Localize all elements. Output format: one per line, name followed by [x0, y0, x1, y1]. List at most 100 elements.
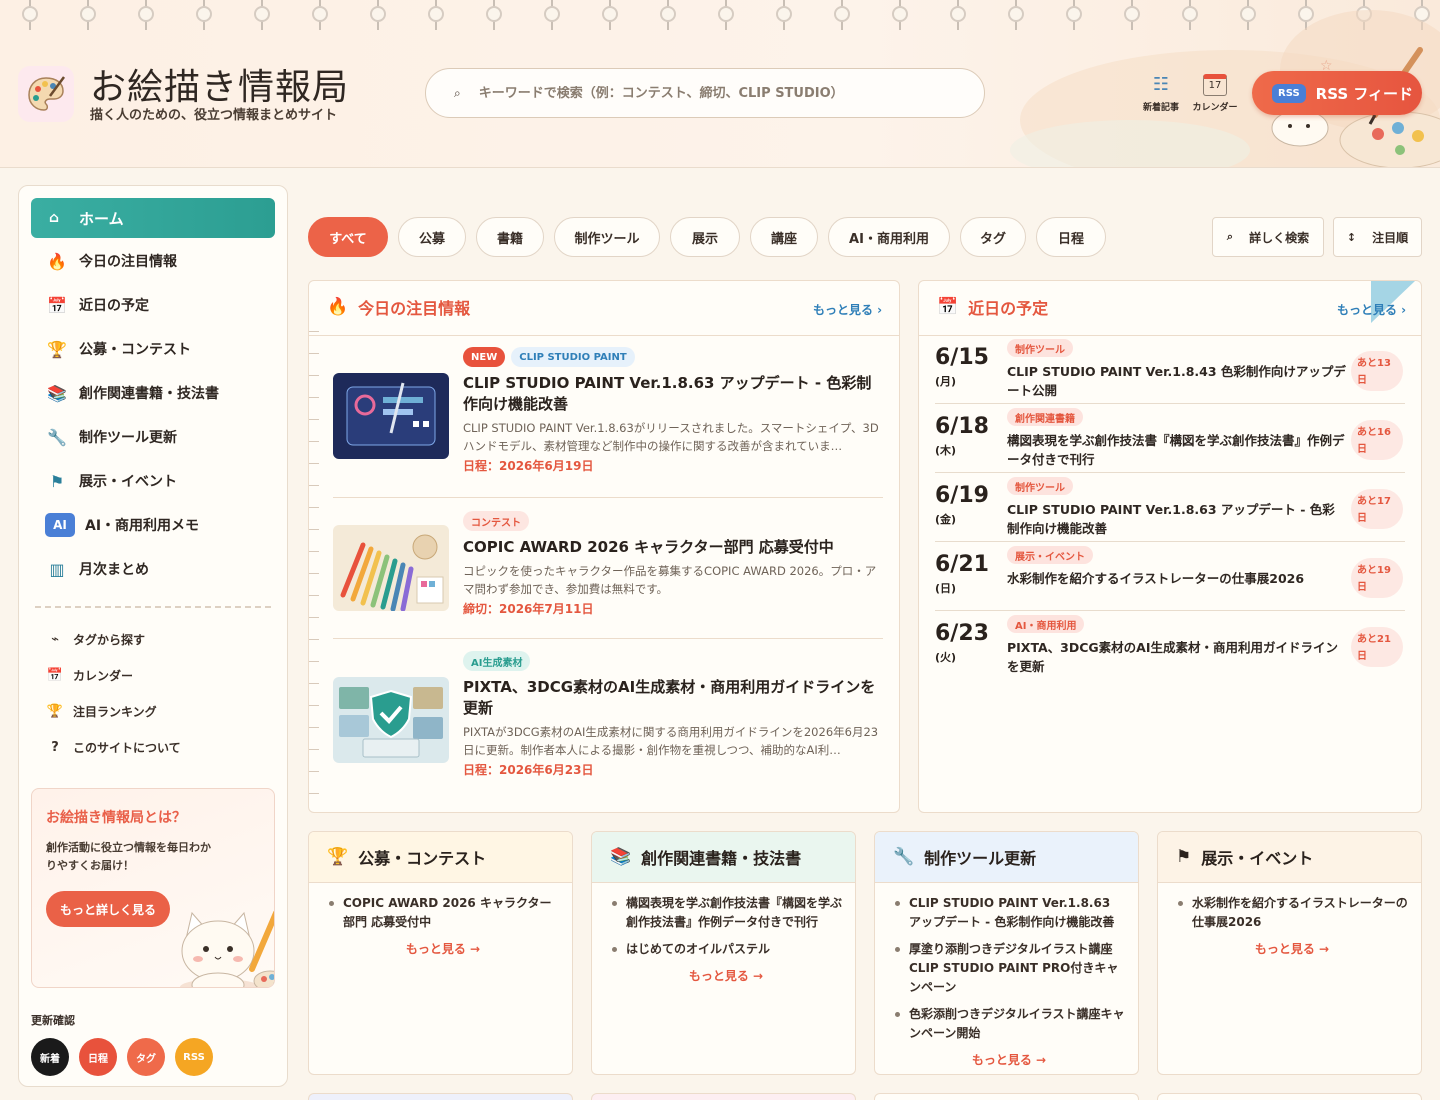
sidebar-item-events[interactable]: ⚑ 展示・イベント [45, 466, 177, 496]
sidebar-item-contest[interactable]: 🏆 公募・コンテスト [45, 334, 191, 364]
event-row[interactable]: 6/19 (金) 制作ツール CLIP STUDIO PAINT Ver.1.8… [935, 473, 1405, 542]
panel-divider [309, 335, 899, 336]
rss-feed-button[interactable]: RSS RSS フィード [1252, 71, 1422, 115]
site-logo[interactable] [18, 66, 74, 122]
category-more-link[interactable]: もっと見る → [327, 940, 559, 957]
event-tag: AI・商用利用 [1007, 615, 1085, 633]
sidebar-item-books[interactable]: 📚 創作関連書籍・技法書 [45, 378, 219, 408]
list-item[interactable]: CLIP STUDIO PAINT Ver.1.8.63 アップデート - 色彩… [893, 894, 1125, 932]
category-more-link[interactable]: もっと見る → [1176, 940, 1408, 957]
trophy-icon: 🏆 [47, 339, 67, 359]
binding-line [309, 551, 319, 552]
event-title[interactable]: 構図表現を学ぶ創作技法書『構図を学ぶ創作技法書』作例データ付きで刊行 [1007, 431, 1347, 469]
detail-search-label: 詳しく検索 [1249, 230, 1310, 245]
about-more-button[interactable]: もっと詳しく見る [46, 891, 170, 927]
event-row[interactable]: 6/15 (月) 制作ツール CLIP STUDIO PAINT Ver.1.8… [935, 335, 1405, 404]
search-input[interactable] [478, 85, 939, 101]
sidebar-item-home[interactable]: ⌂ ホーム [31, 198, 275, 238]
search-icon: ⌕ [1226, 230, 1234, 243]
event-title[interactable]: CLIP STUDIO PAINT Ver.1.8.43 色彩制作向けアップデー… [1007, 362, 1347, 400]
list-item[interactable]: COPIC AWARD 2026 キャラクター部門 応募受付中 [327, 894, 559, 932]
new-articles-label: 新着記事 [1142, 103, 1179, 113]
list-item[interactable]: 構図表現を学ぶ創作技法書『構図を学ぶ創作技法書』作例データ付きで刊行 [610, 894, 842, 932]
sidebar-item-monthly[interactable]: ▥ 月次まとめ [45, 554, 149, 584]
palette-icon [28, 76, 66, 111]
category-more-link[interactable]: もっと見る → [893, 1051, 1125, 1068]
list-item[interactable]: 水彩制作を紹介するイラストレーターの仕事展2026 [1176, 894, 1408, 932]
upcoming-panel: 📅 近日の予定 もっと見る › 6/15 (月) 制作ツール CLIP STUD… [918, 280, 1422, 813]
search-bar[interactable]: ⌕ [425, 68, 985, 118]
upcoming-more-link[interactable]: もっと見る › [1337, 301, 1406, 318]
question-icon: ? [51, 739, 59, 755]
today-more-link[interactable]: もっと見る › [813, 301, 882, 318]
category-badge: CLIP STUDIO PAINT [511, 347, 635, 367]
sidebar-link-tags[interactable]: ⌁ タグから探す [45, 628, 145, 650]
detail-search-button[interactable]: ⌕ 詳しく検索 [1212, 217, 1324, 257]
calendar-icon: 📅 [937, 297, 959, 317]
event-tag: 展示・イベント [1007, 546, 1093, 564]
new-badge: NEW [463, 347, 506, 367]
new-articles-button[interactable]: ☷ 新着記事 [1138, 72, 1184, 113]
fire-icon: 🔥 [47, 251, 67, 271]
list-item[interactable]: はじめてのオイルパステル [610, 940, 842, 959]
sidebar-link-ranking[interactable]: 🏆 注目ランキング [45, 700, 157, 722]
site-title[interactable]: お絵描き情報局 [90, 58, 349, 110]
filter-chip-books[interactable]: 書籍 [476, 217, 544, 257]
filter-chip-course[interactable]: 講座 [750, 217, 818, 257]
event-title[interactable]: PIXTA、3DCG素材のAI生成素材・商用利用ガイドラインを更新 [1007, 638, 1347, 676]
ring-decoration [1414, 0, 1430, 30]
event-title[interactable]: 水彩制作を紹介するイラストレーターの仕事展2026 [1007, 569, 1347, 588]
binding-line [309, 749, 319, 750]
ring-decoration [544, 0, 560, 30]
article-title[interactable]: CLIP STUDIO PAINT Ver.1.8.63 アップデート - 色彩… [463, 373, 883, 415]
sidebar-item-ai[interactable]: AI AI・商用利用メモ [45, 510, 199, 540]
update-rss-button[interactable]: RSS [175, 1038, 213, 1076]
sidebar-link-calendar[interactable]: 📅 カレンダー [45, 664, 133, 686]
ring-decoration [1298, 0, 1314, 30]
sidebar-item-today[interactable]: 🔥 今日の注目情報 [45, 246, 177, 276]
ring-decoration [1240, 0, 1256, 30]
filter-chip-contest[interactable]: 公募 [398, 217, 466, 257]
category-title: 創作関連書籍・技法書 [641, 849, 802, 868]
category-panel-events: ⚑ 展示・イベント 水彩制作を紹介するイラストレーターの仕事展2026 もっと見… [1157, 831, 1422, 1075]
sidebar-link-about[interactable]: ? このサイトについて [45, 736, 180, 758]
event-row[interactable]: 6/21 (日) 展示・イベント 水彩制作を紹介するイラストレーターの仕事展20… [935, 542, 1405, 611]
event-title[interactable]: CLIP STUDIO PAINT Ver.1.8.63 アップデート - 色彩… [1007, 500, 1347, 538]
update-new-button[interactable]: 新着 [31, 1038, 69, 1076]
filter-chip-schedule[interactable]: 日程 [1036, 217, 1106, 257]
books-icon: 📚 [47, 383, 67, 403]
event-weekday: (金) [935, 513, 957, 526]
event-date: 6/15 [935, 345, 989, 370]
category-more-link[interactable]: もっと見る → [610, 967, 842, 984]
sidebar-link-label: カレンダー [73, 668, 134, 683]
list-item[interactable]: 色彩添削つきデジタルイラスト講座キャンペーン開始 [893, 1005, 1125, 1043]
category-badge: AI生成素材 [463, 651, 531, 671]
sort-button[interactable]: ↕ 注目順 [1333, 217, 1422, 257]
fire-icon: 🔥 [327, 297, 349, 317]
calendar-button[interactable]: 17 カレンダー [1192, 72, 1238, 113]
sidebar-item-label: ホーム [79, 209, 124, 228]
category-heading: 🏆 公募・コンテスト [309, 832, 572, 883]
about-text: 創作活動に役立つ情報を毎日わかりやすくお届け！ [46, 841, 211, 872]
sidebar-item-upcoming[interactable]: 📅 近日の予定 [45, 290, 149, 320]
update-schedule-button[interactable]: 日程 [79, 1038, 117, 1076]
binding-line [309, 529, 319, 530]
filter-chip-tools[interactable]: 制作ツール [554, 217, 660, 257]
filter-chip-all[interactable]: すべて [308, 217, 388, 257]
sidebar-item-label: 創作関連書籍・技法書 [79, 386, 219, 402]
ring-decoration [22, 0, 38, 30]
filter-chip-exhibit[interactable]: 展示 [670, 217, 740, 257]
article-description: PIXTAが3DCG素材のAI生成素材に関する商用利用ガイドラインを2026年6… [463, 725, 879, 757]
category-heading: ⚑ 展示・イベント [1158, 832, 1421, 883]
filter-chip-tag[interactable]: タグ [960, 217, 1026, 257]
list-item[interactable]: 厚塗り添削つきデジタルイラスト講座CLIP STUDIO PAINT PRO付き… [893, 940, 1125, 997]
category-badge: コンテスト [463, 511, 529, 531]
about-card: お絵描き情報局とは？ 創作活動に役立つ情報を毎日わかりやすくお届け！ もっと詳し… [31, 788, 275, 988]
article-title[interactable]: COPIC AWARD 2026 キャラクター部門 応募受付中 [463, 537, 883, 558]
event-row[interactable]: 6/18 (木) 創作関連書籍 構図表現を学ぶ創作技法書『構図を学ぶ創作技法書』… [935, 404, 1405, 473]
sidebar-item-tools[interactable]: 🔧 制作ツール更新 [45, 422, 177, 452]
event-row[interactable]: 6/23 (火) AI・商用利用 PIXTA、3DCG素材のAI生成素材・商用利… [935, 611, 1405, 680]
update-tags-button[interactable]: タグ [127, 1038, 165, 1076]
article-title[interactable]: PIXTA、3DCG素材のAI生成素材・商用利用ガイドラインを更新 [463, 677, 883, 719]
filter-chip-ai[interactable]: AI・商用利用 [828, 217, 950, 257]
